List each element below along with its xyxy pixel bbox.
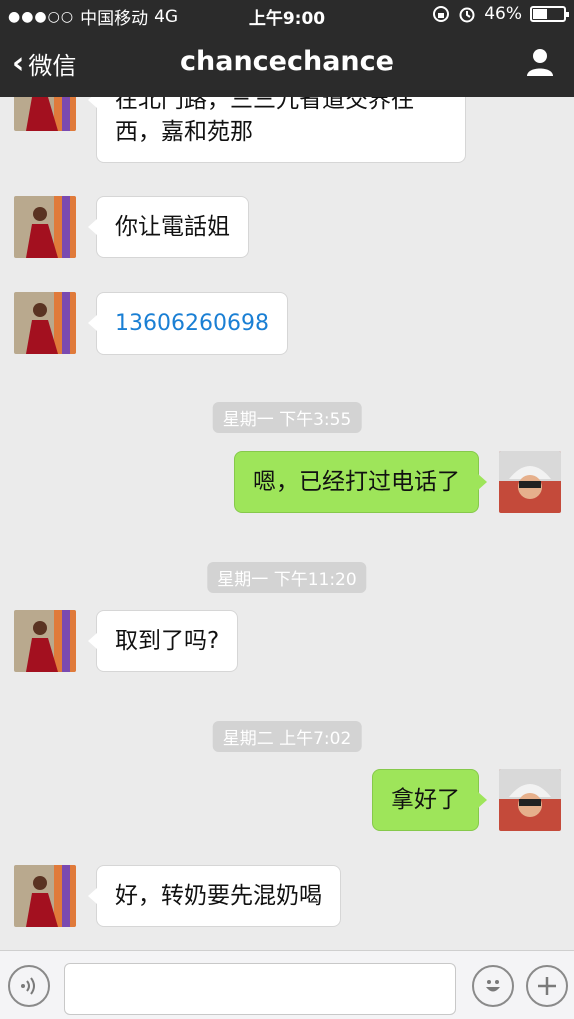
my-avatar[interactable] (499, 769, 561, 831)
message-text: 好，转奶要先混奶喝 (115, 883, 322, 909)
battery-icon (530, 6, 569, 22)
message-bubble-incoming[interactable]: 你让電話姐 (88, 196, 249, 258)
emoji-icon (486, 980, 500, 992)
more-options-button[interactable] (526, 965, 568, 1007)
friend-avatar[interactable] (14, 196, 76, 258)
emoji-button[interactable] (472, 965, 514, 1007)
message-bubble-incoming[interactable]: 取到了吗? (87, 610, 239, 672)
phone-number-link[interactable]: 13606260698 (115, 311, 269, 336)
message-text: 西，嘉和苑那 (115, 119, 253, 145)
friend-avatar[interactable] (14, 865, 76, 927)
top-bar: ●●●○○ 中国移动 4G 上午9:00 46% ‹ 微信 chancechan… (0, 0, 574, 97)
rotation-lock-icon (433, 6, 450, 22)
message-text: 拿好了 (391, 787, 460, 813)
message-timestamp: 星期二 上午7:02 (212, 721, 362, 752)
input-bar (0, 950, 574, 1019)
message-text: 在北门路，三三九省道交界往 (115, 97, 414, 113)
message-bubble-incoming[interactable]: 在北门路，三三九省道交界往 西，嘉和苑那 (88, 97, 466, 163)
message-bubble-outgoing[interactable]: 拿好了 (372, 769, 487, 831)
alarm-icon (459, 7, 475, 23)
voice-mode-icon (21, 977, 35, 995)
message-input[interactable] (64, 963, 456, 1015)
message-text: 取到了吗? (115, 628, 220, 654)
voice-mode-button[interactable] (8, 965, 50, 1007)
message-text: 嗯，已经打过电话了 (253, 469, 460, 495)
friend-avatar[interactable] (14, 292, 76, 354)
plus-icon (538, 977, 556, 995)
chat-area[interactable]: 在北门路，三三九省道交界往 西，嘉和苑那 你让電話姐 13606260698 星… (0, 97, 574, 950)
my-avatar[interactable] (499, 451, 561, 513)
message-bubble-incoming[interactable]: 好，转奶要先混奶喝 (88, 865, 341, 927)
message-text: 你让電話姐 (115, 214, 230, 240)
chat-title: chancechance (180, 46, 394, 77)
friend-avatar[interactable] (14, 97, 76, 131)
nav-bar: ‹ 微信 chancechance (0, 30, 574, 97)
message-timestamp: 星期一 下午3:55 (212, 402, 362, 433)
message-timestamp: 星期一 下午11:20 (207, 562, 367, 593)
person-icon[interactable] (524, 46, 556, 78)
battery-percent: 46% (484, 4, 522, 24)
friend-avatar[interactable] (14, 610, 76, 672)
status-bar: ●●●○○ 中国移动 4G 上午9:00 46% (0, 0, 574, 30)
message-bubble-incoming[interactable]: 13606260698 (88, 292, 288, 355)
message-bubble-outgoing[interactable]: 嗯，已经打过电话了 (234, 451, 487, 513)
